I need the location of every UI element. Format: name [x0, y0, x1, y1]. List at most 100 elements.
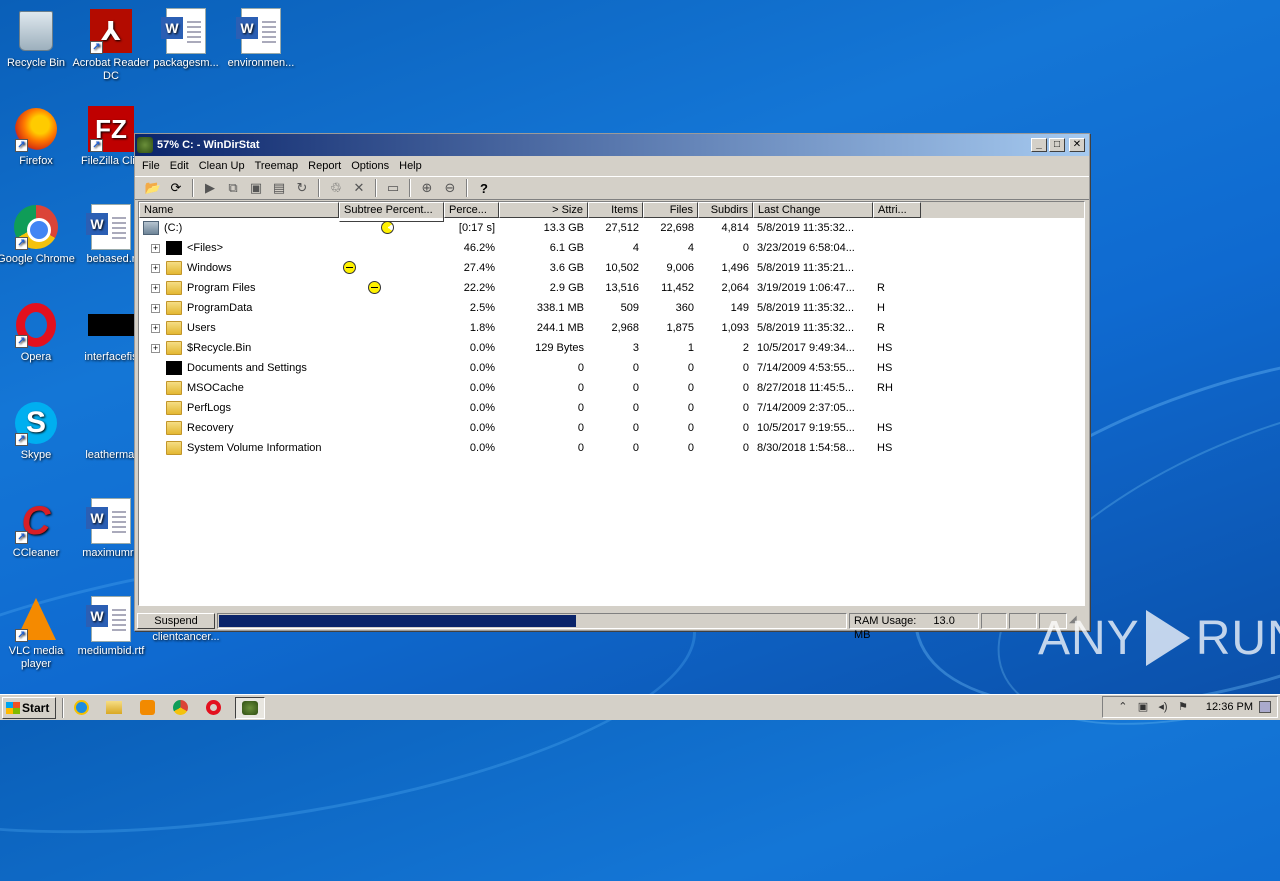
- column-header-attributes[interactable]: Attri...: [873, 202, 921, 218]
- chrome-icon[interactable]: [169, 697, 191, 719]
- zoom-in-icon[interactable]: ⊕: [417, 179, 437, 197]
- menu-edit[interactable]: Edit: [165, 160, 194, 172]
- column-header-files[interactable]: Files: [643, 202, 698, 218]
- copy-path-icon[interactable]: ⧉: [223, 179, 243, 197]
- table-row[interactable]: System Volume Information 0.0% 0 0 0 0 8/30/20…: [139, 438, 1084, 458]
- open-item-icon[interactable]: ▶: [200, 179, 220, 197]
- media-player-icon[interactable]: [136, 697, 158, 719]
- item-name: System Volume Information: [187, 442, 322, 454]
- column-header-name[interactable]: Name: [139, 202, 339, 218]
- table-row[interactable]: + $Recycle.Bin 0.0% 129 Bytes 3 1 2 10/5/2017 9…: [139, 338, 1084, 358]
- show-hidden-icons-icon[interactable]: ⌃: [1116, 700, 1130, 714]
- desktop-icon-acrobat[interactable]: ⅄ ↗ Acrobat Reader DC: [72, 8, 150, 83]
- expand-toggle-icon[interactable]: +: [151, 283, 160, 293]
- expand-toggle-icon[interactable]: +: [151, 263, 160, 273]
- files-cell: 1: [687, 342, 694, 354]
- desktop-icon-packagesm[interactable]: packagesm...: [147, 8, 225, 70]
- desktop-icon-skype[interactable]: S ↗ Skype: [0, 400, 75, 462]
- properties-icon[interactable]: ▭: [383, 179, 403, 197]
- shortcut-arrow-icon: ↗: [15, 629, 28, 642]
- column-header-subdirs[interactable]: Subdirs: [698, 202, 753, 218]
- desktop-icon-label: Acrobat Reader DC: [72, 57, 150, 82]
- table-row[interactable]: MSOCache 0.0% 0 0 0 0 8/27/2018 11:45:5... RH: [139, 378, 1084, 398]
- percent-cell: 22.2%: [463, 282, 495, 294]
- table-row[interactable]: Recovery 0.0% 0 0 0 0 10/5/2017 9:19:55... HS: [139, 418, 1084, 438]
- menu-options[interactable]: Options: [346, 160, 394, 172]
- desktop-icon-opera[interactable]: ↗ Opera: [0, 302, 75, 364]
- expand-toggle-icon[interactable]: +: [151, 343, 160, 353]
- suspend-button[interactable]: Suspend: [137, 613, 215, 629]
- desktop-icon-recycle-bin[interactable]: Recycle Bin: [0, 8, 75, 70]
- table-row[interactable]: PerfLogs 0.0% 0 0 0 0 7/14/2009 2:37:05...: [139, 398, 1084, 418]
- file-type-icon: [166, 241, 182, 255]
- clock[interactable]: 12:36 PM: [1206, 701, 1253, 713]
- title-bar[interactable]: 57% C: - WinDirStat _ □ ✕: [135, 134, 1089, 156]
- explorer-icon[interactable]: [103, 697, 125, 719]
- desktop-icon-ccleaner[interactable]: C ↗ CCleaner: [0, 498, 75, 560]
- show-desktop-icon[interactable]: [1259, 701, 1271, 713]
- refresh-selected-icon[interactable]: ↻: [292, 179, 312, 197]
- table-row[interactable]: + Windows 27.4% 3.6 GB 10,502 9,006 1,496 5/8/2…: [139, 258, 1084, 278]
- size-cell: 129 Bytes: [535, 342, 584, 354]
- items-cell: 0: [632, 402, 639, 414]
- column-headers: Name Subtree Percent... Perce... > Size …: [139, 202, 1084, 222]
- table-row[interactable]: + ProgramData 2.5% 338.1 MB 509 360 149 5/8/201…: [139, 298, 1084, 318]
- close-button[interactable]: ✕: [1069, 138, 1085, 152]
- expand-toggle-icon[interactable]: +: [151, 243, 160, 253]
- maximize-button[interactable]: □: [1049, 138, 1065, 152]
- ie-icon[interactable]: [70, 697, 92, 719]
- items-cell: 4: [632, 242, 639, 254]
- last-change-cell: 5/8/2019 11:35:32...: [757, 302, 855, 314]
- expand-toggle-icon[interactable]: +: [151, 303, 160, 313]
- open-folder-icon[interactable]: 📂: [143, 179, 163, 197]
- command-prompt-icon[interactable]: ▤: [269, 179, 289, 197]
- recycle-icon[interactable]: ♲: [326, 179, 346, 197]
- menu-report[interactable]: Report: [303, 160, 346, 172]
- menu-help[interactable]: Help: [394, 160, 427, 172]
- desktop-icon-clientcancer[interactable]: clientcancer...: [147, 631, 225, 644]
- items-cell: 0: [632, 382, 639, 394]
- pacman-progress-icon: [368, 281, 381, 294]
- menu-file[interactable]: File: [137, 160, 165, 172]
- column-header-percent[interactable]: Perce...: [444, 202, 499, 218]
- opera-icon[interactable]: [202, 697, 224, 719]
- folder-icon: [166, 321, 182, 335]
- volume-icon[interactable]: ◂): [1156, 700, 1170, 714]
- desktop-icon-firefox[interactable]: ↗ Firefox: [0, 106, 75, 168]
- table-row[interactable]: + Program Files 22.2% 2.9 GB 13,516 11,452 2,0…: [139, 278, 1084, 298]
- files-cell: 0: [687, 362, 694, 374]
- last-change-cell: 3/19/2019 1:06:47...: [757, 282, 855, 294]
- menu-clean-up[interactable]: Clean Up: [194, 160, 250, 172]
- zoom-out-icon[interactable]: ⊖: [440, 179, 460, 197]
- expand-toggle-icon[interactable]: +: [151, 323, 160, 333]
- desktop-icon-label: clientcancer...: [152, 631, 220, 643]
- refresh-icon[interactable]: ⟳: [166, 179, 186, 197]
- action-center-flag-icon[interactable]: ⚑: [1176, 700, 1190, 714]
- menu-treemap[interactable]: Treemap: [250, 160, 304, 172]
- table-row[interactable]: (C:) [0:17 s] 13.3 GB 27,512 22,698 4,814 5/8/…: [139, 218, 1084, 238]
- table-row[interactable]: + Users 1.8% 244.1 MB 2,968 1,875 1,093 5/8/201…: [139, 318, 1084, 338]
- column-header-last-change[interactable]: Last Change: [753, 202, 873, 218]
- items-cell: 509: [620, 302, 639, 314]
- table-row[interactable]: Documents and Settings 0.0% 0 0 0 0 7/14/2009 …: [139, 358, 1084, 378]
- column-header-size[interactable]: > Size: [499, 202, 588, 218]
- windirstat-task-icon[interactable]: [235, 696, 265, 719]
- directory-rows: (C:) [0:17 s] 13.3 GB 27,512 22,698 4,814 5/8/…: [139, 218, 1084, 458]
- files-cell: 9,006: [666, 262, 694, 274]
- desktop-icon-vlc[interactable]: ↗ VLC media player: [0, 596, 75, 671]
- windows-logo-icon: [6, 701, 20, 714]
- start-button[interactable]: Start: [2, 696, 56, 719]
- help-icon[interactable]: ?: [474, 179, 494, 197]
- desktop-icon-chrome[interactable]: ↗ Google Chrome: [0, 204, 75, 266]
- column-header-items[interactable]: Items: [588, 202, 643, 218]
- delete-icon[interactable]: ✕: [349, 179, 369, 197]
- network-icon[interactable]: ▣: [1136, 700, 1150, 714]
- desktop-icon-environmen[interactable]: environmen...: [222, 8, 300, 70]
- minimize-button[interactable]: _: [1031, 138, 1047, 152]
- name-cell: System Volume Information: [139, 441, 339, 455]
- item-name: Documents and Settings: [187, 362, 307, 374]
- table-row[interactable]: + <Files> 46.2% 6.1 GB 4 4 0 3/23/2019 6:58:04.…: [139, 238, 1084, 258]
- folder-icon: [166, 421, 182, 435]
- explorer-here-icon[interactable]: ▣: [246, 179, 266, 197]
